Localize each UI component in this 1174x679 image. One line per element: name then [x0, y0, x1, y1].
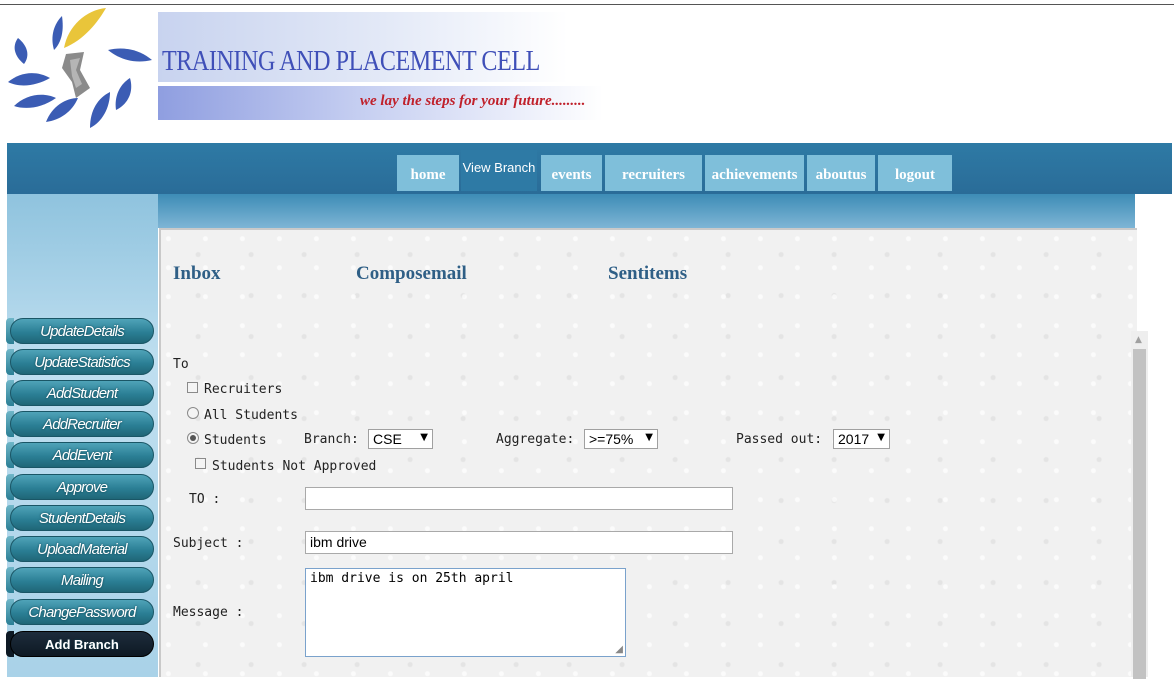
message-label: Message : — [173, 605, 244, 620]
nav-tab-logout[interactable]: logout — [878, 155, 952, 191]
message-textarea[interactable]: ibm drive is on 25th april ◢ — [305, 568, 626, 657]
tab-inbox[interactable]: Inbox — [173, 263, 221, 285]
tab-sentitems[interactable]: Sentitems — [608, 263, 687, 285]
students-not-approved-label: Students Not Approved — [212, 459, 377, 474]
nav-tab-aboutus[interactable]: aboutus — [807, 155, 875, 191]
sidebar-item-approve[interactable]: Approve — [10, 474, 154, 500]
resize-grip-icon[interactable]: ◢ — [615, 644, 623, 655]
sidebar-item-add-event[interactable]: AddEvent — [10, 442, 154, 468]
passed-out-select-value: 2017 — [838, 431, 870, 447]
scrollbar-thumb[interactable] — [1133, 349, 1146, 679]
site-tagline: we lay the steps for your future........… — [360, 93, 586, 109]
nav-tab-home[interactable]: home — [397, 155, 459, 191]
branch-select-value: CSE — [373, 431, 402, 447]
nav-tab-achievements[interactable]: achievements — [705, 155, 804, 191]
sidebar-item-update-statistics[interactable]: UpdateStatistics — [10, 349, 154, 375]
students-radio[interactable] — [187, 432, 199, 444]
caret-down-icon: ▼ — [877, 432, 885, 443]
all-students-label: All Students — [204, 408, 298, 423]
sidebar-item-update-details[interactable]: UpdateDetails — [10, 318, 154, 344]
passed-out-label: Passed out: — [736, 432, 823, 447]
subject-label: Subject : — [173, 536, 244, 551]
sidebar-item-add-recruiter[interactable]: AddRecruiter — [10, 411, 154, 437]
site-title: TRAINING AND PLACEMENT CELL — [162, 46, 540, 77]
recruiters-label: Recruiters — [204, 382, 283, 397]
message-text: ibm drive is on 25th april — [310, 571, 514, 586]
content-header-bar — [158, 194, 1135, 228]
all-students-radio[interactable] — [187, 407, 199, 419]
to-input[interactable] — [305, 487, 733, 510]
aggregate-label: Aggregate: — [496, 432, 575, 447]
branch-label: Branch: — [304, 432, 359, 447]
recruiters-checkbox[interactable] — [187, 382, 198, 393]
caret-down-icon: ▼ — [645, 432, 653, 443]
passed-out-select[interactable]: 2017 ▼ — [833, 429, 890, 449]
aggregate-select-value: >=75% — [589, 431, 634, 447]
sidebar-item-upload-material[interactable]: UploadMaterial — [10, 536, 154, 562]
aggregate-select[interactable]: >=75% ▼ — [584, 429, 658, 449]
sidebar-item-student-details[interactable]: StudentDetails — [10, 505, 154, 531]
sidebar-item-add-student[interactable]: AddStudent — [10, 380, 154, 406]
logo-icon — [8, 8, 152, 128]
top-rule — [0, 4, 1174, 5]
sidebar-item-mailing[interactable]: Mailing — [10, 567, 154, 593]
nav-tab-view-branch[interactable]: View Branch — [461, 150, 537, 191]
sidebar-item-add-branch[interactable]: Add Branch — [10, 631, 154, 657]
nav-tab-recruiters[interactable]: recruiters — [605, 155, 702, 191]
content-scrollbar[interactable]: ▲ — [1131, 331, 1148, 679]
nav-tab-events[interactable]: events — [541, 155, 602, 191]
caret-down-icon: ▼ — [420, 432, 428, 443]
chevron-up-icon[interactable]: ▲ — [1135, 335, 1142, 345]
to-heading: To — [173, 357, 189, 372]
subject-input[interactable]: ibm drive — [305, 531, 733, 554]
branch-select[interactable]: CSE ▼ — [368, 429, 433, 449]
students-label: Students — [204, 433, 267, 448]
students-not-approved-checkbox[interactable] — [195, 458, 206, 469]
sidebar-item-change-password[interactable]: ChangePassword — [10, 599, 154, 625]
to-field-label: TO : — [189, 492, 221, 507]
tab-composemail[interactable]: Composemail — [356, 263, 467, 285]
